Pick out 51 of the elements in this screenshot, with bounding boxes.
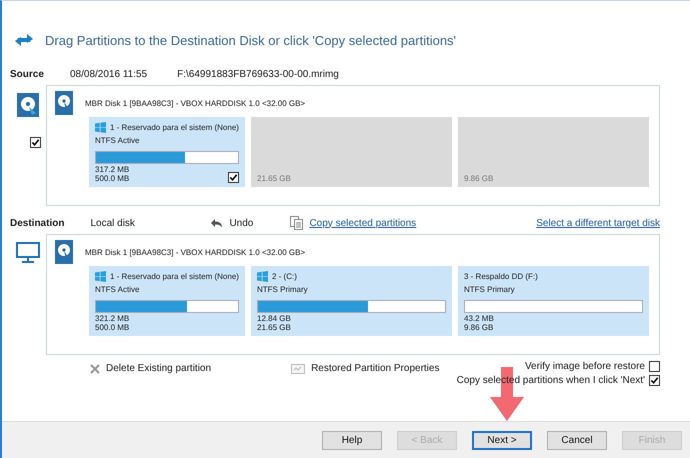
dialog-button[interactable]: Next > [472, 430, 532, 450]
partition-card[interactable]: 1 - Reservado para el sistem (None) NTFS Active 317.2 MB 500.0 MB [89, 117, 245, 187]
partition-card[interactable]: 3 - Respaldo DD (F:) NTFS Primary 43.2 MB 9.86 GB [458, 266, 649, 336]
free-size: 9.86 GB [464, 174, 494, 183]
page-heading: Drag Partitions to the Destination Disk or click 'Copy selected partitions' [45, 32, 456, 48]
copy-partitions-link[interactable]: Copy selected partitions [309, 218, 416, 228]
used-size: 317.2 MB [95, 166, 130, 175]
option-checkbox[interactable]: Verify image before restore [524, 361, 660, 372]
file-system-label: NTFS Primary [257, 285, 309, 294]
used-size: 12.84 GB [257, 315, 291, 324]
partition-title: 2 - (C:) [272, 272, 297, 280]
file-system-label: NTFS Active [95, 136, 140, 145]
dialog-button[interactable]: Help [322, 430, 382, 450]
total-size: 500.0 MB [95, 324, 130, 332]
dialog-button[interactable]: Cancel [547, 430, 607, 450]
file-system-label: NTFS Active [95, 285, 140, 294]
windows-icon [257, 270, 268, 282]
used-size: 321.2 MB [95, 315, 130, 324]
undo-icon [210, 218, 224, 228]
copy-icon [290, 216, 304, 230]
select-target-link[interactable]: Select a different target disk [536, 218, 660, 228]
partition-card[interactable]: 2 - (C:) NTFS Primary 12.84 GB 21.65 GB [251, 266, 452, 336]
partition-title: 3 - Respaldo DD (F:) [464, 272, 538, 280]
partition-checkbox[interactable] [228, 172, 239, 183]
disk-image-icon [17, 93, 39, 117]
target-label: Local disk [90, 218, 136, 228]
delete-partition-button[interactable]: Delete Existing partition [90, 363, 212, 374]
partition-title: 1 - Reservado para el sistem (None) [110, 122, 239, 132]
total-size: 9.86 GB [464, 324, 494, 332]
undo-button[interactable]: Undo [210, 218, 290, 228]
windows-icon [95, 270, 106, 282]
image-date: 08/08/2016 11:55 [70, 68, 148, 80]
check-icon [650, 376, 659, 385]
partition-properties-button[interactable]: Restored Partition Properties [291, 363, 440, 374]
total-size: 21.65 GB [257, 324, 291, 332]
free-size: 21.65 GB [257, 174, 292, 183]
section-label: Destination [10, 218, 64, 228]
total-size: 500.0 MB [95, 174, 130, 183]
properties-icon [291, 364, 306, 374]
disk-title: MBR Disk 1 [9BAA98C3] - VBOX HARDDISK 1.0 <32.00 GB> [85, 98, 306, 108]
monitor-icon [16, 242, 40, 264]
image-file-path: F:\64991883FB769633-00-00.mrimg [177, 68, 339, 80]
disk-title: MBR Disk 1 [9BAA98C3] - VBOX HARDDISK 1.0 <32.00 GB> [85, 248, 306, 256]
partition-title: 1 - Reservado para el sistem (None) [110, 272, 239, 280]
file-system-label: NTFS Primary [464, 285, 516, 294]
section-label: Source [10, 68, 45, 80]
windows-icon [95, 122, 106, 132]
partition-card[interactable]: 1 - Reservado para el sistem (None) NTFS Active 321.2 MB 500.0 MB [89, 266, 245, 336]
disk-checkbox[interactable] [30, 137, 40, 148]
used-size: 43.2 MB [464, 315, 494, 324]
cross-icon [90, 364, 100, 374]
